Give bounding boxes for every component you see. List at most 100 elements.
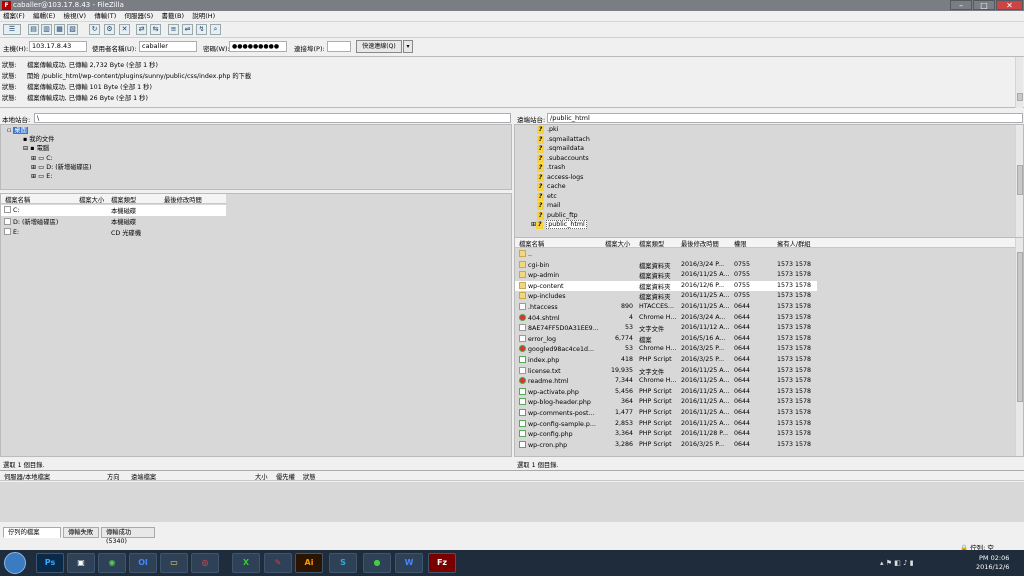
chrome-icon[interactable]: ◎ <box>191 553 219 573</box>
filter-icon[interactable]: ≡ <box>168 24 179 35</box>
table-row[interactable]: error_log 6,774 檔案 2016/5/16 A... 0644 1573 1… <box>515 334 817 345</box>
col-direction[interactable]: 方向 <box>107 472 120 481</box>
table-row[interactable]: wp-config-sample.p... 2,853 PHP Script 2016… <box>515 419 817 430</box>
tab-queued-files[interactable]: 佇列的檔案 <box>3 527 61 538</box>
table-row[interactable]: 404.shtml 4 Chrome H... 2016/3/24 A... 0644 1… <box>515 313 817 324</box>
col-remote-file[interactable]: 遠端檔案 <box>131 472 156 481</box>
toggle-log-icon[interactable]: ▤ <box>28 24 39 35</box>
table-row[interactable]: readme.html 7,344 Chrome H... 2016/11/25 A.… <box>515 376 817 387</box>
menu-transfer[interactable]: 傳輸(T) <box>91 11 119 22</box>
table-row[interactable]: wp-content 檔案資料夾 2016/12/6 P... 0755 1573 15… <box>515 280 817 292</box>
outlook-icon[interactable]: Ol <box>129 553 157 573</box>
tree-node[interactable]: ? access-logs <box>537 173 583 182</box>
disconnect-icon[interactable]: ⇄ <box>136 24 147 35</box>
col-size[interactable]: 檔案大小 <box>79 195 104 204</box>
tree-node-computer[interactable]: ⊟ ▪ 電腦 <box>23 144 49 153</box>
photoshop-icon[interactable]: Ps <box>36 553 64 573</box>
word-icon[interactable]: W <box>395 553 423 573</box>
col-size[interactable]: 大小 <box>255 472 268 481</box>
skype-icon[interactable]: S <box>329 553 357 573</box>
table-row[interactable]: wp-comments-post... 1,477 PHP Script 2016/1… <box>515 408 817 419</box>
table-row[interactable]: C: 本機磁碟 <box>1 205 226 216</box>
tree-node-desktop[interactable]: ▫ 桌面 <box>7 126 28 135</box>
folder-icon[interactable]: ▭ <box>160 553 188 573</box>
tree-node-public-html[interactable]: ⊞? public_html <box>531 220 587 229</box>
illustrator-icon[interactable]: Ai <box>295 553 323 573</box>
table-row[interactable]: wp-cron.php 3,286 PHP Script 2016/3/25 P...… <box>515 440 817 451</box>
table-row[interactable]: E: CD 光碟機 <box>1 227 226 238</box>
menu-bookmarks[interactable]: 書籤(B) <box>158 11 187 22</box>
maximize-button[interactable]: □ <box>973 0 995 10</box>
col-name[interactable]: 檔案名稱 <box>5 195 30 204</box>
tree-node[interactable]: ? .subaccounts <box>537 154 589 163</box>
menu-help[interactable]: 說明(H) <box>189 11 218 22</box>
tree-node-documents[interactable]: ▪ 我的文件 <box>23 135 54 144</box>
toggle-queue-icon[interactable]: ▧ <box>67 24 78 35</box>
col-status[interactable]: 狀態 <box>303 472 316 481</box>
col-owner[interactable]: 擁有人/群組 <box>777 239 811 248</box>
sync-browse-icon[interactable]: ↯ <box>196 24 207 35</box>
table-row[interactable]: wp-includes 檔案資料夾 2016/11/25 A... 0755 1573 … <box>515 291 817 302</box>
tab-successful-transfers[interactable]: 傳輸成功 (5340) <box>101 527 155 545</box>
excel-icon[interactable]: X <box>232 553 260 573</box>
start-button[interactable] <box>4 552 26 574</box>
col-type[interactable]: 檔案類型 <box>639 239 664 248</box>
col-permissions[interactable]: 權限 <box>734 239 747 248</box>
menu-edit[interactable]: 編輯(E) <box>30 11 58 22</box>
tree-node[interactable]: ? .pki <box>537 125 558 134</box>
menu-view[interactable]: 檢視(V) <box>60 11 89 22</box>
browser-icon[interactable]: ◉ <box>98 553 126 573</box>
tree-node[interactable]: ? .sqmailattach <box>537 135 590 144</box>
close-button[interactable]: ✕ <box>996 0 1023 10</box>
local-site-input[interactable]: \ <box>34 113 511 123</box>
tree-node[interactable]: ? .trash <box>537 163 565 172</box>
log-scrollbar[interactable] <box>1015 57 1023 108</box>
minimize-button[interactable]: – <box>950 0 972 10</box>
tree-node[interactable]: ? public_ftp <box>537 211 578 220</box>
table-row[interactable]: license.txt 19,935 文字文件 2016/11/25 A... 0644… <box>515 366 817 377</box>
explorer-icon[interactable]: ▣ <box>67 553 95 573</box>
cancel-icon[interactable]: ✕ <box>119 24 130 35</box>
tree-node-c[interactable]: ⊞ ▭ C: <box>31 154 53 163</box>
table-row[interactable]: 8AE74FF5D0A31EE9... 53 文字文件 2016/11/12 A...… <box>515 323 817 334</box>
col-modified[interactable]: 最後修改時間 <box>681 239 719 248</box>
user-input[interactable]: caballer <box>139 41 197 52</box>
process-queue-icon[interactable]: ⚙ <box>104 24 115 35</box>
menu-file[interactable]: 檔案(F) <box>0 11 28 22</box>
quickconnect-button[interactable]: 快速連線(Q) <box>356 40 402 53</box>
host-input[interactable]: 103.17.8.43 <box>29 41 87 52</box>
col-server-local-file[interactable]: 伺服器/本地檔案 <box>4 472 50 481</box>
table-row[interactable]: wp-config.php 3,364 PHP Script 2016/11/28 P… <box>515 429 817 440</box>
remote-site-input[interactable]: /public_html <box>547 113 1023 123</box>
col-modified[interactable]: 最後修改時間 <box>164 195 202 204</box>
table-row[interactable]: googled98ac4ce1d... 53 Chrome H... 2016/3/2… <box>515 344 817 355</box>
reconnect-icon[interactable]: ⇆ <box>150 24 161 35</box>
tree-node[interactable]: ? .sqmaildata <box>537 144 584 153</box>
tree-node-e[interactable]: ⊞ ▭ E: <box>31 172 52 181</box>
pass-input[interactable]: ●●●●●●●●● <box>229 41 287 52</box>
tree-node-d[interactable]: ⊞ ▭ D: (新增磁碟區) <box>31 163 92 172</box>
col-priority[interactable]: 優先權 <box>276 472 295 481</box>
filezilla-taskbar-icon[interactable]: Fz <box>428 553 456 573</box>
table-row[interactable]: wp-admin 檔案資料夾 2016/11/25 A... 0755 1573 157… <box>515 270 817 281</box>
toggle-local-tree-icon[interactable]: ▥ <box>41 24 52 35</box>
toggle-remote-tree-icon[interactable]: ▦ <box>54 24 65 35</box>
table-row[interactable]: .. <box>515 249 817 260</box>
line-icon[interactable]: ● <box>363 553 391 573</box>
acrobat-icon[interactable]: ✎ <box>264 553 292 573</box>
col-size[interactable]: 檔案大小 <box>605 239 630 248</box>
chevron-down-icon[interactable]: ▾ <box>403 40 413 53</box>
compare-icon[interactable]: ⇌ <box>182 24 193 35</box>
search-icon[interactable]: ⌕ <box>210 24 221 35</box>
remote-tree-scrollbar[interactable] <box>1015 125 1023 239</box>
table-row[interactable]: cgi-bin 檔案資料夾 2016/3/24 P... 0755 1573 1578 <box>515 260 817 271</box>
table-row[interactable]: index.php 418 PHP Script 2016/3/25 P... 0644… <box>515 355 817 366</box>
site-manager-icon[interactable]: ☰ <box>3 24 21 35</box>
port-input[interactable] <box>327 41 351 52</box>
refresh-icon[interactable]: ↻ <box>89 24 100 35</box>
remote-list-scrollbar[interactable] <box>1015 238 1023 456</box>
tree-node[interactable]: ? etc <box>537 192 557 201</box>
col-type[interactable]: 檔案類型 <box>111 195 136 204</box>
col-name[interactable]: 檔案名稱 <box>519 239 544 248</box>
table-row[interactable]: wp-blog-header.php 364 PHP Script 2016/11/2… <box>515 397 817 408</box>
